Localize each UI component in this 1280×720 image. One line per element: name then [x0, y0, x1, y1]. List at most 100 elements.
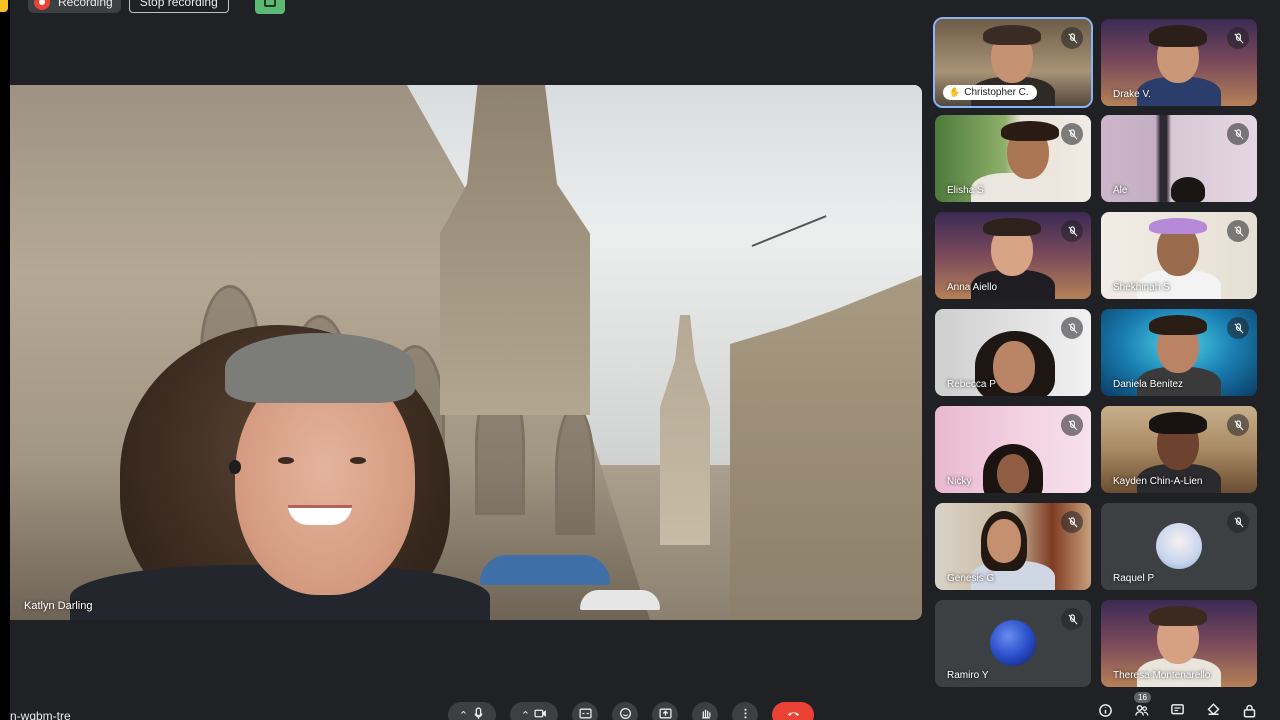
participant-tile-ale[interactable]: Ale	[1101, 115, 1257, 202]
present-button[interactable]	[652, 702, 678, 720]
arch	[555, 405, 595, 535]
participant-name: Ramiro Y	[947, 670, 989, 681]
participant-tile-ramiro[interactable]: Ramiro Y	[935, 600, 1091, 687]
participant-tile-drake[interactable]: Drake V.	[1101, 19, 1257, 106]
chat-button[interactable]	[1168, 704, 1186, 720]
participant-tile-rebecca[interactable]: Rebecca P	[935, 309, 1091, 396]
raise-hand-button[interactable]	[692, 702, 718, 720]
participant-tile-shekhinah[interactable]: Shekhinah S	[1101, 212, 1257, 299]
participant-tile-kayden[interactable]: Kayden Chin-A-Lien	[1101, 406, 1257, 493]
participant-name: Rebecca P	[947, 379, 996, 390]
more-options-button[interactable]	[732, 702, 758, 720]
mic-off-icon	[1227, 317, 1249, 339]
emoji-icon	[619, 707, 632, 720]
participant-face	[993, 341, 1035, 393]
mic-off-icon	[1061, 414, 1083, 436]
mic-off-icon	[1227, 123, 1249, 145]
mic-off-icon	[1061, 511, 1083, 533]
participant-name: Kayden Chin-A-Lien	[1113, 476, 1203, 487]
app-indicator	[0, 0, 8, 12]
participant-hair	[983, 25, 1041, 45]
speaker-eye	[278, 457, 294, 464]
mic-off-icon	[1227, 220, 1249, 242]
stop-recording-button[interactable]: Stop recording	[128, 0, 229, 13]
participant-tile-theresa[interactable]: Theresa Montenarello	[1101, 600, 1257, 687]
raise-hand-icon: ✋	[949, 87, 961, 97]
participant-tile-raquel[interactable]: Raquel P	[1101, 503, 1257, 590]
participant-tile-elisha[interactable]: Elisha S	[935, 115, 1091, 202]
mic-off-icon	[1061, 317, 1083, 339]
side-panel-controls: 16	[1096, 692, 1258, 720]
camera-button[interactable]: ⌃	[510, 702, 558, 720]
chat-icon	[1170, 703, 1185, 720]
umbrella	[480, 555, 610, 585]
avatar	[1156, 523, 1202, 569]
speaker-eye	[350, 457, 366, 464]
participant-name: Raquel P	[1113, 573, 1155, 584]
participant-face	[997, 454, 1029, 493]
info-button[interactable]	[1096, 704, 1114, 720]
participant-hair	[983, 218, 1041, 236]
umbrella	[580, 590, 660, 610]
chevron-up-icon: ⌃	[458, 709, 469, 720]
participant-tile-anna[interactable]: Anna Aiello	[935, 212, 1091, 299]
participant-name: Theresa Montenarello	[1113, 670, 1211, 681]
participant-hair	[1149, 606, 1207, 626]
mic-off-icon	[1061, 608, 1083, 630]
main-video[interactable]: Katlyn Darling	[10, 85, 922, 620]
people-button[interactable]: 16	[1132, 692, 1151, 720]
captions-button[interactable]	[572, 702, 598, 720]
host-controls-button[interactable]	[1240, 704, 1258, 720]
info-icon	[1098, 703, 1113, 720]
people-icon	[1134, 703, 1149, 720]
participant-tile-nicky[interactable]: Nicky	[935, 406, 1091, 493]
camera-icon	[534, 707, 547, 720]
participant-hair	[1171, 177, 1205, 202]
mic-off-icon	[1227, 511, 1249, 533]
end-call-icon	[787, 707, 800, 720]
participant-face	[987, 519, 1021, 563]
chevron-up-icon: ⌃	[520, 709, 531, 720]
captions-icon	[578, 707, 592, 720]
avatar	[990, 620, 1036, 666]
participant-name: Daniela Benitez	[1113, 379, 1184, 390]
call-controls: ⌃ ⌃	[448, 702, 814, 720]
participant-name: Drake V.	[1113, 89, 1151, 100]
leave-call-button[interactable]	[772, 702, 814, 720]
participant-tile-genesis[interactable]: Genesis G	[935, 503, 1091, 590]
participant-hair	[1001, 121, 1059, 141]
mic-off-icon	[1061, 220, 1083, 242]
participant-name-chip: ✋ Christopher C.	[943, 85, 1037, 100]
layout-button[interactable]	[254, 0, 285, 14]
recording-label: Recording	[58, 0, 113, 9]
mic-off-icon	[1227, 27, 1249, 49]
earbud	[229, 460, 241, 474]
emoji-button[interactable]	[612, 702, 638, 720]
mic-off-icon	[1227, 414, 1249, 436]
participant-name: Christopher C.	[964, 87, 1029, 98]
participant-hair	[1149, 412, 1207, 434]
mic-button[interactable]: ⌃	[448, 702, 496, 720]
mic-icon	[472, 707, 485, 720]
recording-bar: Recording Stop recording	[28, 0, 285, 14]
meeting-code: n-wqbm-tre	[10, 709, 71, 720]
headphones	[1149, 218, 1207, 234]
present-icon	[658, 707, 672, 720]
participant-count-badge: 16	[1134, 692, 1151, 703]
activities-button[interactable]	[1204, 703, 1222, 720]
raise-hand-icon	[699, 707, 712, 720]
left-edge	[0, 0, 10, 720]
mic-off-icon	[1061, 27, 1083, 49]
participant-tile-christopher[interactable]: ✋ Christopher C.	[933, 17, 1093, 108]
participant-name: Elisha S	[947, 185, 984, 196]
participant-hair	[1149, 315, 1207, 335]
participant-name: Nicky	[947, 476, 972, 487]
participant-name: Ale	[1113, 185, 1128, 196]
speaker-mouth	[288, 505, 352, 525]
participant-tile-daniela[interactable]: Daniela Benitez	[1101, 309, 1257, 396]
record-icon	[34, 0, 50, 10]
participant-name: Shekhinah S	[1113, 282, 1170, 293]
recording-indicator: Recording	[28, 0, 121, 13]
participant-name: Genesis G	[947, 573, 995, 584]
layout-icon	[263, 0, 276, 7]
